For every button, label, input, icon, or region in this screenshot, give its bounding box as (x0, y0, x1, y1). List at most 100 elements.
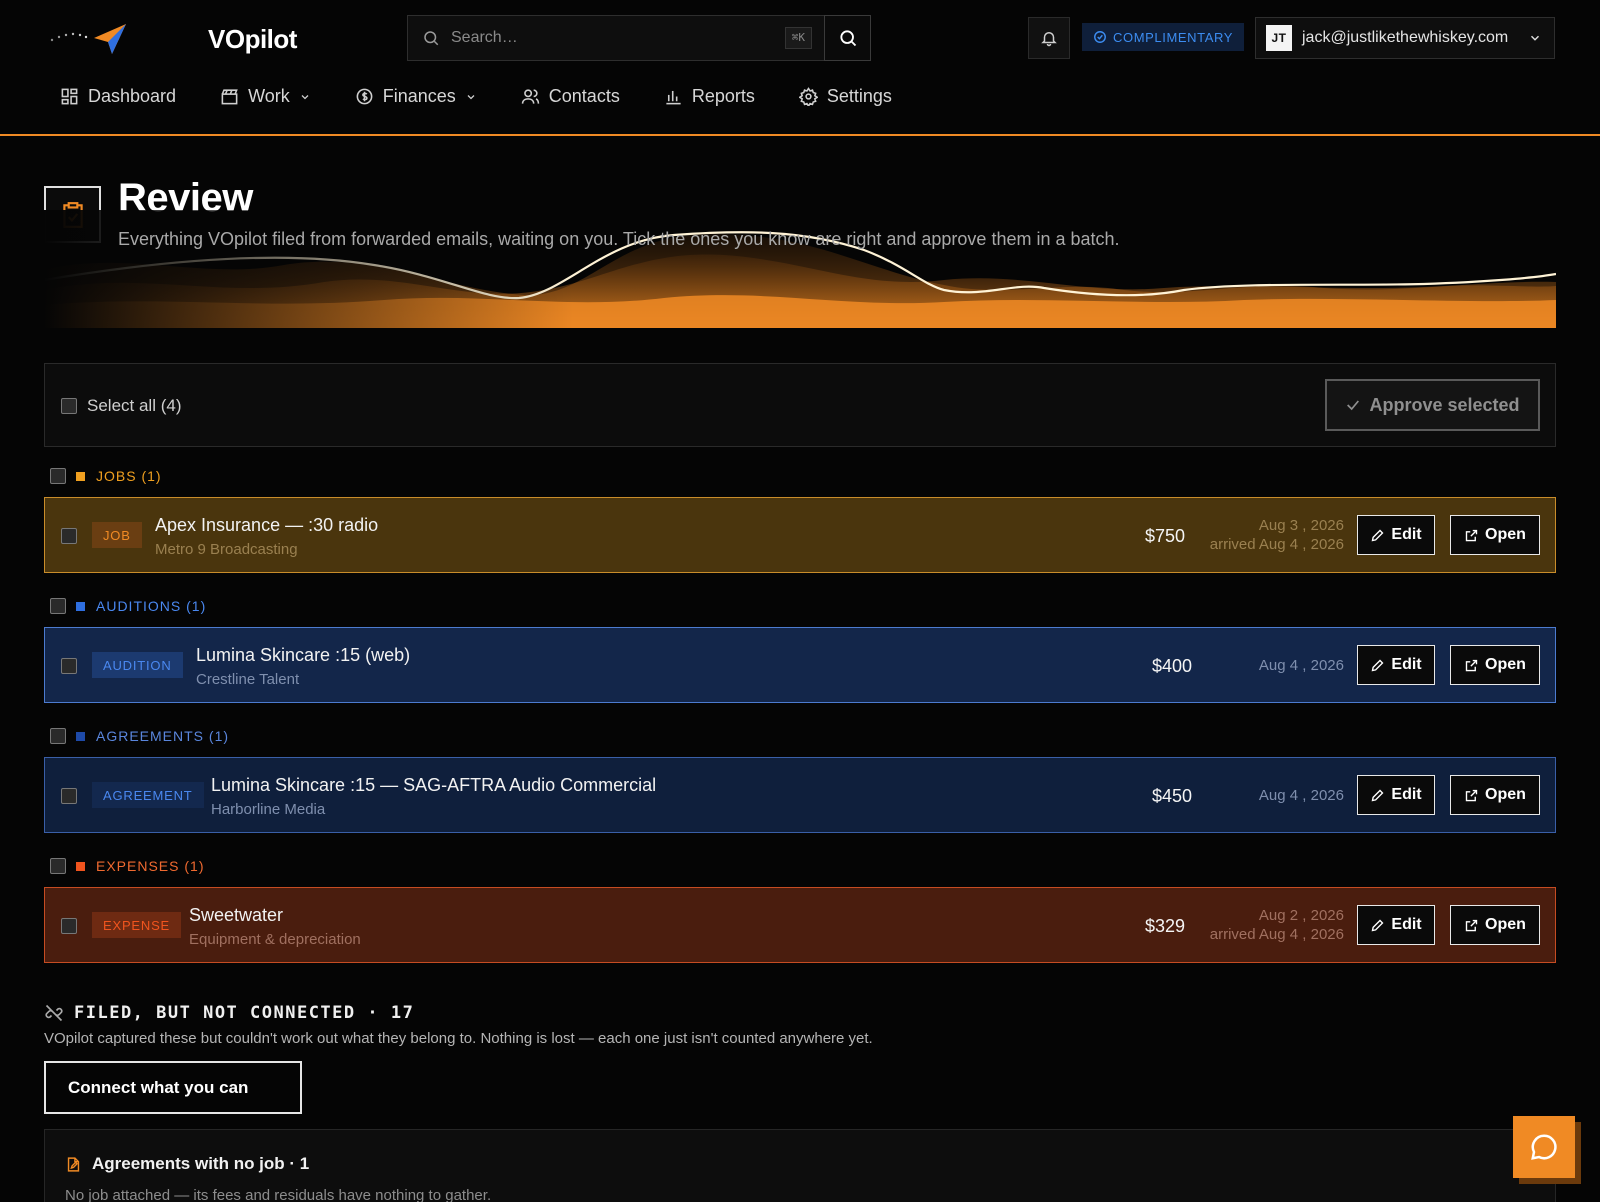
panel-subtitle: No job attached — its fees and residuals… (65, 1187, 492, 1202)
edit-button[interactable]: Edit (1357, 515, 1435, 555)
search-box[interactable]: ⌘K (407, 15, 825, 61)
notifications-button[interactable] (1028, 17, 1070, 59)
pencil-icon (1372, 919, 1384, 931)
select-all-checkbox[interactable]: Select all (4) (61, 396, 181, 416)
group-header-jobs: JOBS (1) (50, 468, 162, 484)
edit-label: Edit (1391, 916, 1422, 933)
nav-item-dashboard[interactable]: Dashboard (60, 86, 176, 107)
type-tag: JOB (92, 522, 142, 548)
group-checkbox-jobs[interactable] (50, 468, 66, 484)
row-checkbox[interactable] (61, 788, 77, 804)
open-button[interactable]: Open (1450, 905, 1540, 945)
nav-item-work[interactable]: Work (220, 86, 311, 107)
group-heading: JOBS (1) (96, 468, 162, 484)
pencil-icon (1372, 789, 1384, 801)
type-tag: AGREEMENT (92, 782, 204, 808)
row-date: Aug 4 , 2026 (1258, 787, 1344, 804)
external-link-icon (1465, 789, 1478, 801)
nav-label: Settings (826, 86, 892, 106)
nav-label: Work (248, 86, 290, 106)
check-circle-icon (1094, 31, 1106, 43)
external-link-icon (1465, 659, 1478, 671)
group-heading: AGREEMENTS (1) (96, 728, 230, 744)
search-input[interactable] (451, 29, 771, 47)
user-menu[interactable]: JT jack@justlikethewhiskey.com (1255, 17, 1555, 59)
bell-icon (1041, 32, 1057, 47)
row-arrived: arrived Aug 4 , 2026 (1209, 926, 1344, 943)
group-checkbox-agreements[interactable] (50, 728, 66, 744)
filed-description: VOpilot captured these but couldn't work… (44, 1030, 873, 1047)
dashboard-icon (61, 88, 78, 105)
open-button[interactable]: Open (1450, 645, 1540, 685)
logo-plane-icon (50, 24, 126, 54)
row-amount: $450 (1152, 786, 1193, 806)
edit-button[interactable]: Edit (1357, 645, 1435, 685)
group-header-expenses: EXPENSES (1) (50, 858, 204, 874)
row-date: Aug 4 , 2026 (1258, 657, 1344, 674)
search-icon (424, 31, 439, 46)
top-header: VOpilot ⌘K COMPLIMENTARY JT jack@justlik… (0, 0, 1600, 136)
group-checkbox-expenses[interactable] (50, 858, 66, 874)
bulk-action-bar: Select all (4) Approve selected (44, 363, 1556, 447)
row-title: Apex Insurance — :30 radio (155, 515, 379, 535)
row-subtitle: Metro 9 Broadcasting (155, 541, 298, 558)
nav-item-settings[interactable]: Settings (798, 86, 892, 107)
chat-support-button[interactable] (1513, 1116, 1575, 1178)
user-email: jack@justlikethewhiskey.com (1302, 29, 1509, 46)
unlink-icon (45, 1004, 63, 1022)
nav-label: Reports (691, 86, 755, 106)
nav-item-contacts[interactable]: Contacts (521, 86, 620, 107)
chevron-down-icon (1530, 35, 1540, 41)
row-checkbox[interactable] (61, 658, 77, 674)
chevron-down-icon (301, 94, 309, 99)
external-link-icon (1465, 529, 1478, 541)
open-button[interactable]: Open (1450, 775, 1540, 815)
row-date: Aug 2 , 2026 (1258, 907, 1344, 924)
approve-selected-button[interactable]: Approve selected (1325, 379, 1540, 431)
panel-title-text: Agreements with no job · 1 (92, 1154, 310, 1173)
row-checkbox[interactable] (61, 918, 77, 934)
edit-label: Edit (1391, 656, 1422, 673)
group-header-auditions: AUDITIONS (1) (50, 598, 206, 614)
external-link-icon (1465, 919, 1478, 931)
app-name: VOpilot (208, 24, 297, 54)
group-checkbox-auditions[interactable] (50, 598, 66, 614)
row-arrived: arrived Aug 4 , 2026 (1209, 536, 1344, 553)
row-amount: $329 (1145, 916, 1186, 936)
review-row-agreement[interactable]: AGREEMENT Lumina Skincare :15 — SAG-AFTR… (44, 757, 1556, 833)
open-button[interactable]: Open (1450, 515, 1540, 555)
nav-item-finances[interactable]: Finances (355, 86, 477, 107)
row-dates: Aug 3 , 2026 arrived Aug 4 , 2026 (1210, 516, 1344, 554)
connect-what-you-can-button[interactable]: Connect what you can (44, 1061, 302, 1114)
row-checkbox[interactable] (61, 528, 77, 544)
review-row-expense[interactable]: EXPENSE Sweetwater Equipment & depreciat… (44, 887, 1556, 963)
group-heading: AUDITIONS (1) (96, 598, 207, 614)
row-date: Aug 3 , 2026 (1258, 517, 1344, 534)
review-row-job[interactable]: JOB Apex Insurance — :30 radio Metro 9 B… (44, 497, 1556, 573)
group-color-swatch (76, 471, 85, 481)
checkbox[interactable] (61, 398, 77, 414)
open-label: Open (1485, 916, 1526, 933)
row-dates: Aug 2 , 2026 arrived Aug 4 , 2026 (1210, 906, 1344, 944)
plan-badge: COMPLIMENTARY (1082, 23, 1245, 51)
filed-title-text: FILED, BUT NOT CONNECTED · 17 (74, 1003, 415, 1023)
search-button[interactable] (824, 15, 871, 61)
edit-button[interactable]: Edit (1357, 905, 1435, 945)
row-subtitle: Equipment & depreciation (189, 931, 361, 948)
panel-title: Agreements with no job · 1 (65, 1154, 309, 1174)
review-row-audition[interactable]: AUDITION Lumina Skincare :15 (web) Crest… (44, 627, 1556, 703)
nav-item-reports[interactable]: Reports (664, 86, 755, 107)
row-subtitle: Crestline Talent (196, 671, 300, 688)
users-icon (521, 89, 539, 104)
nav-label: Dashboard (88, 86, 177, 106)
edit-label: Edit (1391, 786, 1422, 803)
search-shortcut: ⌘K (784, 27, 812, 49)
type-tag: EXPENSE (92, 912, 182, 938)
approve-label: Approve selected (1369, 394, 1520, 415)
edit-button[interactable]: Edit (1357, 775, 1435, 815)
app-logo[interactable]: VOpilot (48, 20, 297, 56)
chat-bubble-icon (1531, 1134, 1557, 1160)
check-icon (1347, 400, 1360, 411)
row-amount: $750 (1145, 526, 1186, 546)
unconnected-agreements-panel[interactable]: Agreements with no job · 1 No job attach… (44, 1129, 1556, 1202)
